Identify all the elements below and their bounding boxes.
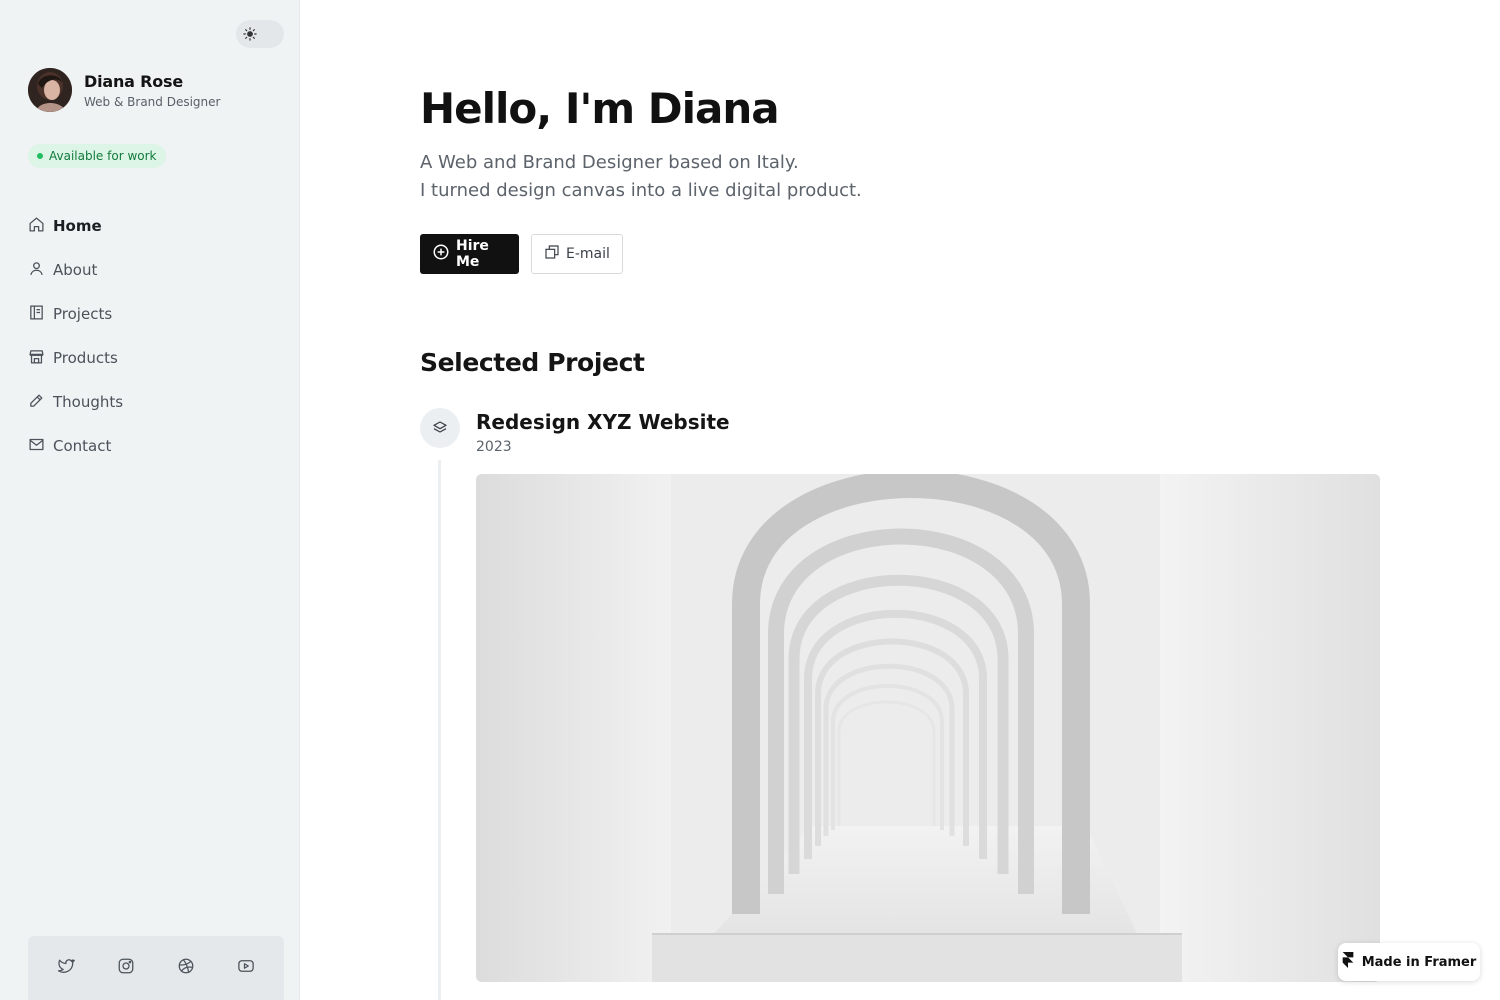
instagram-link[interactable]	[110, 952, 142, 984]
dribbble-icon	[177, 957, 195, 979]
mail-icon	[28, 436, 45, 457]
sidebar-item-label: Home	[53, 217, 102, 235]
profile-role: Web & Brand Designer	[84, 94, 221, 109]
framer-badge-label: Made in Framer	[1361, 954, 1477, 970]
hire-me-label: Hire Me	[456, 238, 489, 270]
twitter-link[interactable]	[50, 952, 82, 984]
copy-email-button[interactable]: E-mail	[531, 234, 623, 274]
profile-name: Diana Rose	[84, 71, 184, 91]
sidebar-item-projects[interactable]: Projects	[28, 292, 272, 336]
home-icon	[28, 216, 45, 237]
hero-intro-line-1: A Web and Brand Designer based on Italy.	[420, 152, 799, 173]
hero-intro-line-2: I turned design canvas into a live digit…	[420, 180, 862, 201]
sidebar-item-label: About	[53, 261, 98, 279]
sidebar-item-products[interactable]: Products	[28, 336, 272, 380]
youtube-icon	[237, 957, 255, 979]
sidebar-item-thoughts[interactable]: Thoughts	[28, 380, 272, 424]
theme-toggle[interactable]	[236, 20, 284, 48]
dribbble-link[interactable]	[170, 952, 202, 984]
project-year: 2023	[476, 439, 512, 455]
youtube-link[interactable]	[230, 952, 262, 984]
copy-icon	[544, 244, 560, 264]
pencil-icon	[28, 392, 45, 413]
sidebar-item-about[interactable]: About	[28, 248, 272, 292]
sidebar-nav: Home About Projects Products Thoughts Co…	[28, 204, 272, 468]
instagram-icon	[117, 957, 135, 979]
sidebar-item-home[interactable]: Home	[28, 204, 272, 248]
plus-circle-icon	[432, 243, 450, 265]
social-links	[28, 936, 284, 1000]
avatar[interactable]	[28, 68, 72, 112]
email-label: E-mail	[566, 246, 610, 262]
project-title[interactable]: Redesign XYZ Website	[476, 410, 730, 434]
status-dot-icon	[37, 153, 43, 159]
sidebar-item-label: Projects	[53, 305, 113, 323]
status-badge: Available for work	[28, 144, 167, 168]
profile-card: Diana Rose Web & Brand Designer	[28, 68, 220, 112]
store-icon	[28, 348, 45, 369]
sidebar-item-label: Thoughts	[53, 393, 124, 411]
section-title: Selected Project	[420, 348, 645, 377]
hire-me-button[interactable]: Hire Me	[420, 234, 519, 274]
sidebar-item-label: Contact	[53, 437, 112, 455]
framer-logo-icon	[1342, 952, 1354, 972]
layers-icon	[420, 408, 460, 448]
user-icon	[28, 260, 45, 281]
sidebar-item-contact[interactable]: Contact	[28, 424, 272, 468]
twitter-icon	[57, 957, 75, 979]
sidebar-item-label: Products	[53, 349, 118, 367]
status-label: Available for work	[49, 149, 157, 163]
projects-icon	[28, 304, 45, 325]
made-in-framer-badge[interactable]: Made in Framer	[1338, 943, 1480, 981]
sun-icon	[240, 24, 260, 44]
sidebar: Diana Rose Web & Brand Designer Availabl…	[0, 0, 300, 1000]
project-image[interactable]	[476, 474, 1380, 982]
page-title: Hello, I'm Diana	[420, 84, 780, 133]
timeline-line	[438, 460, 441, 1000]
